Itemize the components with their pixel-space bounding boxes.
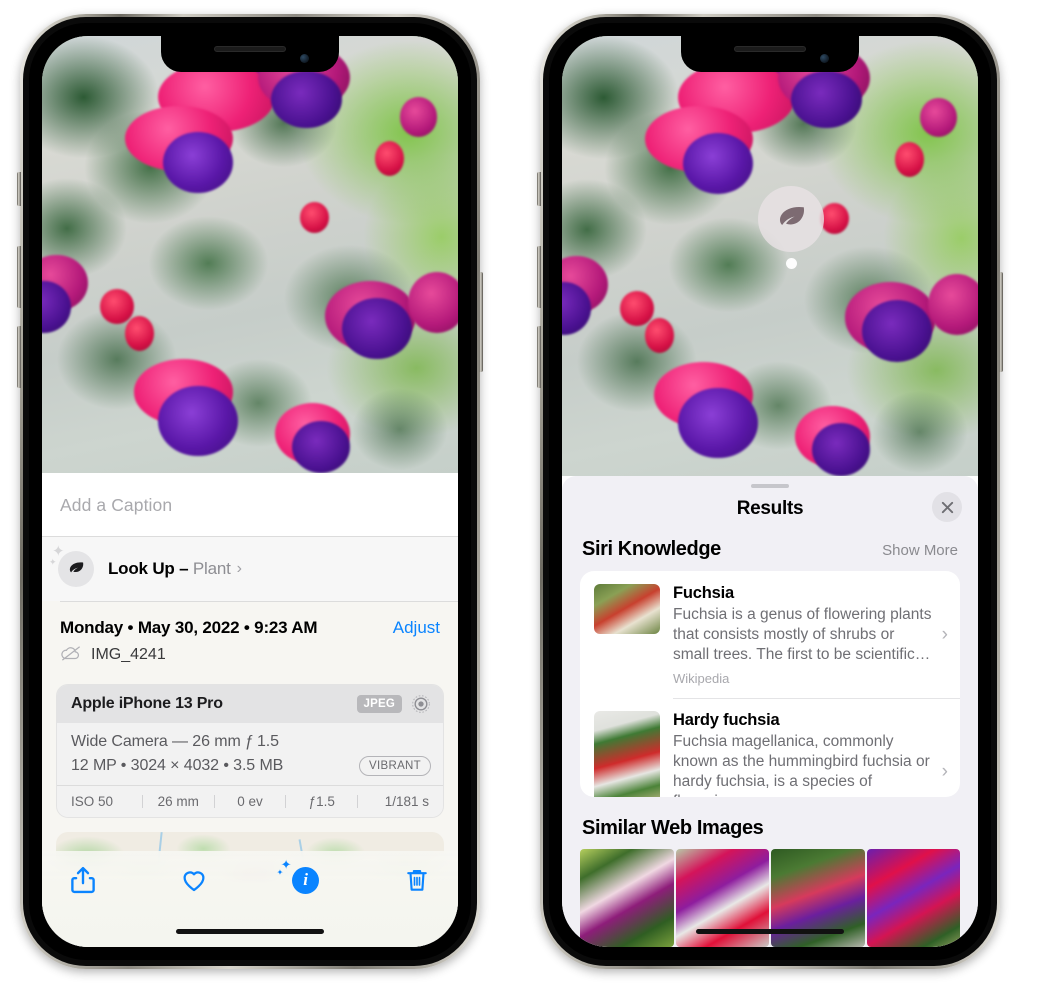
exif-stat-aperture: ƒ1.5 xyxy=(308,793,335,809)
results-sheet: Results Siri Knowledge Show More Fuchsia… xyxy=(562,476,978,947)
silent-switch[interactable] xyxy=(17,172,21,206)
result-thumbnail xyxy=(594,711,660,797)
photo-viewer[interactable] xyxy=(562,36,978,476)
look-up-row[interactable]: ✦ ✦ Look Up – Plant › xyxy=(42,537,458,601)
result-title: Fuchsia xyxy=(673,584,734,603)
caption-row[interactable]: Add a Caption xyxy=(42,473,458,537)
lens-info: Wide Camera — 26 mm ƒ 1.5 xyxy=(71,732,279,750)
photo-blooms xyxy=(42,36,458,473)
result-text: Fuchsia Fuchsia is a genus of flowering … xyxy=(673,584,934,685)
leaf-icon xyxy=(58,551,94,587)
exif-stat-shutter: 1/181 s xyxy=(384,793,429,809)
info-badge: i xyxy=(292,866,320,894)
photo-blooms xyxy=(562,36,978,476)
exif-stat-ev: 0 ev xyxy=(237,793,263,809)
format-badge: JPEG xyxy=(356,694,402,713)
result-thumbnail xyxy=(594,584,660,635)
result-title: Hardy fuchsia xyxy=(673,711,780,730)
aperture-icon xyxy=(411,694,431,714)
photo-viewer[interactable] xyxy=(42,36,458,473)
screenshot-stage: Add a Caption ✦ ✦ Look Up – Plant › Mond… xyxy=(0,0,1055,985)
info-sparkle-icon[interactable]: ✦ ✦ i xyxy=(277,858,323,897)
capture-date: Monday • May 30, 2022 • 9:23 AM xyxy=(60,617,318,637)
volume-up-button[interactable] xyxy=(537,246,541,308)
list-item[interactable]: Hardy fuchsia Fuchsia magellanica, commo… xyxy=(580,698,960,797)
look-up-subject: Plant xyxy=(192,559,231,578)
volume-down-button[interactable] xyxy=(537,326,541,388)
volume-down-button[interactable] xyxy=(17,326,21,388)
date-line: Monday • May 30, 2022 • 9:23 AM Adjust xyxy=(60,618,440,638)
look-up-icon-wrap: ✦ ✦ xyxy=(49,544,94,587)
exif-card[interactable]: Apple iPhone 13 Pro JPEG Wide Camera — 2… xyxy=(56,683,444,818)
notch xyxy=(161,36,339,72)
sparkle-small-icon: ✦ xyxy=(276,868,284,877)
silent-switch[interactable] xyxy=(537,172,541,206)
screen-right: Results Siri Knowledge Show More Fuchsia… xyxy=(562,36,978,947)
iphone-left: Add a Caption ✦ ✦ Look Up – Plant › Mond… xyxy=(17,14,483,969)
home-indicator[interactable] xyxy=(696,929,844,934)
camera-device: Apple iPhone 13 Pro xyxy=(71,694,223,712)
look-up-label: Look Up – Plant xyxy=(108,559,231,579)
result-description: Fuchsia magellanica, commonly known as t… xyxy=(673,733,930,797)
adjust-button[interactable]: Adjust xyxy=(393,618,440,638)
caption-input[interactable]: Add a Caption xyxy=(60,495,440,516)
toolbar-icons: ✦ ✦ i xyxy=(42,851,458,897)
power-button[interactable] xyxy=(479,272,483,372)
trash-icon[interactable] xyxy=(400,863,434,897)
front-camera-icon xyxy=(300,54,309,63)
chevron-right-icon: › xyxy=(941,760,948,782)
no-cloud-icon xyxy=(60,645,82,666)
exif-header: Apple iPhone 13 Pro JPEG xyxy=(57,684,443,723)
image-size-info: 12 MP • 3024 × 4032 • 3.5 MB xyxy=(71,756,284,774)
heart-icon[interactable] xyxy=(177,863,211,897)
siri-knowledge-card: Fuchsia Fuchsia is a genus of flowering … xyxy=(580,571,960,797)
siri-knowledge-header: Siri Knowledge Show More xyxy=(562,536,978,571)
file-name: IMG_4241 xyxy=(91,646,166,663)
results-title: Results xyxy=(736,498,804,520)
show-more-button[interactable]: Show More xyxy=(882,542,958,559)
earpiece-speaker-icon xyxy=(734,46,806,52)
exif-stats-row: ISO 50 26 mm 0 ev ƒ1.5 1/181 s xyxy=(57,784,443,817)
web-image-thumbnail[interactable] xyxy=(580,849,674,947)
notch xyxy=(681,36,859,72)
list-item[interactable]: Fuchsia Fuchsia is a genus of flowering … xyxy=(580,571,960,697)
date-block: Monday • May 30, 2022 • 9:23 AM Adjust I… xyxy=(42,602,458,676)
exif-body: Wide Camera — 26 mm ƒ 1.5 12 MP • 3024 ×… xyxy=(57,722,443,785)
result-description: Fuchsia is a genus of flowering plants t… xyxy=(673,606,932,663)
similar-web-images-title: Similar Web Images xyxy=(582,817,764,839)
look-up-prefix: Look Up – xyxy=(108,559,193,578)
volume-up-button[interactable] xyxy=(17,246,21,308)
front-camera-icon xyxy=(820,54,829,63)
earpiece-speaker-icon xyxy=(214,46,286,52)
chevron-right-icon: › xyxy=(941,623,948,645)
visual-lookup-leaf-icon[interactable] xyxy=(758,186,824,252)
similar-web-images-header: Similar Web Images xyxy=(562,797,978,849)
iphone-right: Results Siri Knowledge Show More Fuchsia… xyxy=(537,14,1003,969)
photographic-style-badge: VIBRANT xyxy=(359,755,431,776)
chevron-right-icon: › xyxy=(236,560,242,577)
web-image-thumbnail[interactable] xyxy=(866,849,960,947)
home-indicator[interactable] xyxy=(176,929,324,934)
power-button[interactable] xyxy=(999,272,1003,372)
file-line: IMG_4241 xyxy=(60,645,440,666)
exif-header-right: JPEG xyxy=(356,694,431,714)
visual-lookup-anchor-dot xyxy=(786,258,797,269)
result-source: Wikipedia xyxy=(673,670,730,686)
siri-knowledge-title: Siri Knowledge xyxy=(582,538,721,561)
exif-stat-iso: ISO 50 xyxy=(71,793,114,809)
share-icon[interactable] xyxy=(66,863,100,897)
size-row: 12 MP • 3024 × 4032 • 3.5 MB VIBRANT xyxy=(71,755,431,776)
screen-left: Add a Caption ✦ ✦ Look Up – Plant › Mond… xyxy=(42,36,458,947)
results-header: Results xyxy=(562,488,978,536)
exif-stat-focal: 26 mm xyxy=(157,793,199,809)
result-text: Hardy fuchsia Fuchsia magellanica, commo… xyxy=(673,711,934,797)
close-icon[interactable] xyxy=(932,492,962,523)
sparkle-small-icon: ✦ xyxy=(49,557,57,567)
